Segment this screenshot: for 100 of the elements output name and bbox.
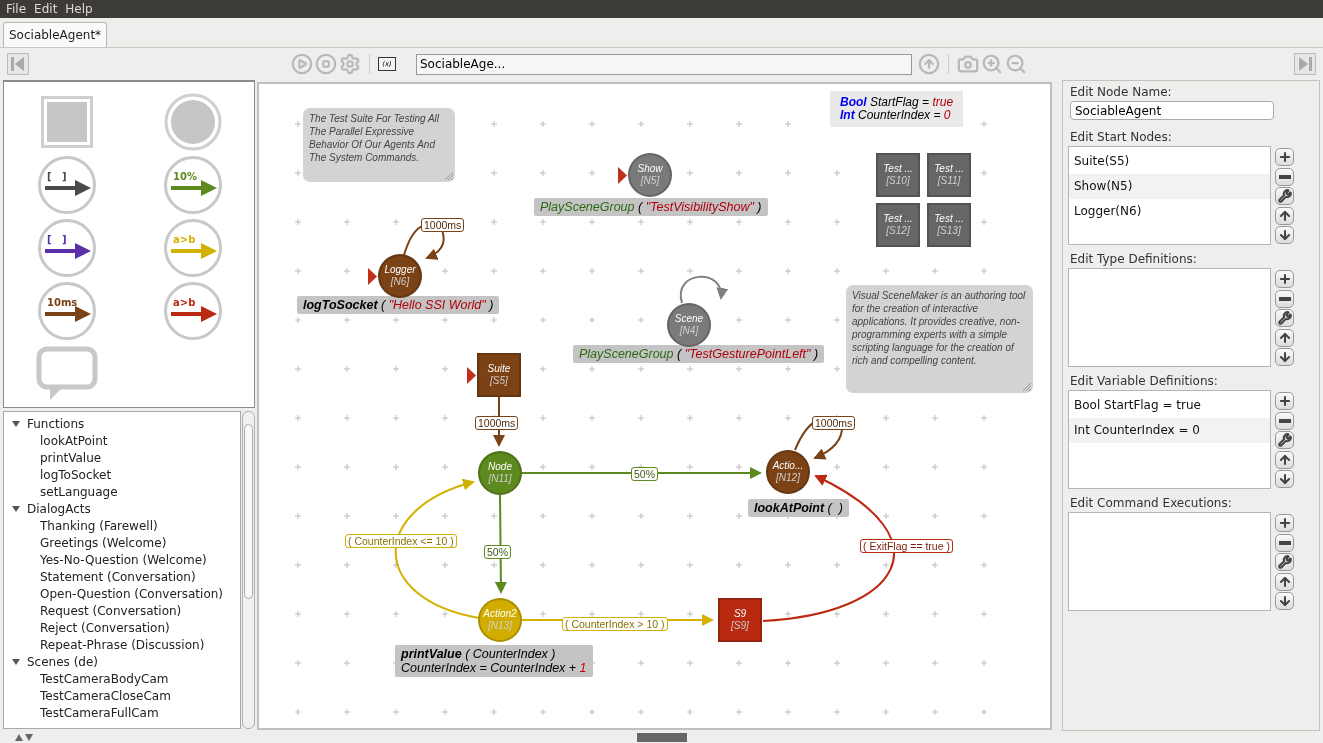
tree-item[interactable]: Repeat-Phrase (Discussion) [40, 637, 205, 652]
supernode[interactable]: Test ... [S10] [876, 153, 920, 197]
section-label: Edit Variable Definitions: [1069, 373, 1219, 389]
scene-path-field[interactable]: SociableAge... [416, 53, 912, 75]
arrow-up-icon [1277, 452, 1292, 467]
node-name: Suite [487, 363, 511, 375]
remove-button[interactable] [1275, 533, 1294, 552]
comment-text: The Test Suite For Testing All The Parallel Expressive Behavior Of Our Agents And The System Commands. [309, 112, 441, 164]
edit-button[interactable] [1275, 431, 1294, 449]
edit-button[interactable] [1275, 309, 1294, 327]
edge-label: ( ExitFlag == true ) [860, 539, 953, 553]
tree-item[interactable]: printValue [40, 450, 102, 465]
add-button[interactable] [1275, 514, 1294, 532]
node-name: S9 [733, 608, 747, 620]
node-name: Actio... [772, 460, 804, 472]
comment-text: Visual SceneMaker is an authoring tool for the creation of interactive applications. It provides creative, non-programming experts with a simple scripting language for the creation of rich and compelling content. [852, 289, 1027, 367]
node-id: [S13] [937, 225, 961, 237]
transition-tool[interactable]: 10ms [37, 280, 97, 341]
add-button[interactable] [1275, 148, 1294, 166]
state-node[interactable]: Node [N11] [478, 451, 522, 495]
move-down-button[interactable] [1275, 226, 1294, 244]
section-label: Edit Command Executions: [1069, 495, 1233, 511]
transition-tool[interactable]: a>b [163, 280, 223, 341]
menu-item[interactable]: File [2, 2, 31, 16]
edge-label: 1000ms [812, 416, 856, 430]
tree-item[interactable]: TestCameraFullCam [40, 705, 159, 720]
move-up-button[interactable] [1275, 206, 1294, 225]
node-id: [N11] [488, 473, 512, 485]
field-label: Edit Node Name: [1069, 84, 1173, 100]
node-id: [N4] [679, 325, 699, 337]
move-up-button[interactable] [1275, 328, 1294, 347]
command-label: PlaySceneGroup ( "TestGesturePointLeft" ) [573, 345, 825, 363]
add-button[interactable] [1275, 392, 1294, 410]
edge-label: 50% [484, 545, 511, 559]
tree-item[interactable]: Greetings (Welcome) [40, 535, 167, 550]
expand-triangle-icon[interactable] [12, 419, 20, 428]
move-up-button[interactable] [1275, 450, 1294, 469]
node-name: Logger [384, 264, 416, 276]
section-label: Edit Type Definitions: [1069, 251, 1198, 267]
supernode-tool[interactable] [41, 95, 93, 148]
arrow-down-icon [1277, 228, 1292, 242]
node-name-field[interactable]: SociableAgent [1070, 101, 1274, 120]
state-node[interactable]: Actio... [N12] [766, 450, 810, 494]
list-item[interactable]: Int CounterIndex = 0 [1069, 418, 1270, 443]
minus-icon [1278, 174, 1291, 179]
resize-grip-icon[interactable] [1022, 382, 1031, 391]
tree-item[interactable]: TestCameraCloseCam [40, 688, 171, 703]
edit-button[interactable] [1275, 187, 1294, 205]
tree-item[interactable]: Functions [27, 416, 85, 431]
move-up-button[interactable] [1275, 572, 1294, 591]
node-name: Test ... [883, 213, 913, 225]
node-tool[interactable] [164, 92, 222, 151]
tree-item[interactable]: logToSocket [40, 467, 112, 482]
supernode[interactable]: Test ... [S13] [927, 203, 971, 247]
menu-item[interactable]: Help [61, 2, 97, 16]
tree-item[interactable]: Open-Question (Conversation) [40, 586, 223, 601]
arrow-down-icon [1277, 472, 1292, 486]
node-id: [N13] [488, 620, 512, 632]
section-label: Edit Start Nodes: [1069, 129, 1173, 145]
node-name: Scene [674, 313, 704, 325]
tree-item[interactable]: Yes-No-Question (Welcome) [40, 552, 207, 567]
transition-tool[interactable]: [ ] [37, 217, 97, 278]
move-down-button[interactable] [1275, 470, 1294, 488]
resize-grip-icon[interactable] [444, 171, 453, 180]
splitter-handle[interactable] [636, 732, 687, 742]
menu-item[interactable]: Edit [30, 2, 62, 16]
move-down-button[interactable] [1275, 592, 1294, 610]
list-item[interactable]: Show(N5) [1069, 174, 1270, 199]
node-id: [N5] [640, 175, 660, 187]
tree-item[interactable]: setLanguage [40, 484, 118, 499]
tree-item[interactable]: Scenes (de) [27, 654, 98, 669]
supernode[interactable]: S9 [S9] [718, 598, 762, 642]
supernode[interactable]: Test ... [S11] [927, 153, 971, 197]
scrollbar[interactable] [242, 411, 255, 729]
transition-tool[interactable]: 10% [163, 154, 223, 215]
wrench-icon [1277, 555, 1292, 569]
minus-icon [1278, 540, 1291, 545]
expand-triangle-icon[interactable] [12, 504, 20, 513]
add-button[interactable] [1275, 270, 1294, 288]
tree-item[interactable]: Reject (Conversation) [40, 620, 170, 635]
tree-item[interactable]: Statement (Conversation) [40, 569, 196, 584]
up-down-arrows-icon[interactable] [15, 733, 33, 741]
tree-item[interactable]: Thanking (Farewell) [40, 518, 158, 533]
edge-label: ( CounterIndex > 10 ) [562, 617, 668, 631]
tree-item[interactable]: DialogActs [27, 501, 91, 516]
editor-tab[interactable]: SociableAgent* [3, 22, 108, 47]
remove-button[interactable] [1275, 167, 1294, 186]
edit-button[interactable] [1275, 553, 1294, 571]
remove-button[interactable] [1275, 411, 1294, 430]
tree-item[interactable]: lookAtPoint [40, 433, 108, 448]
transition-tool[interactable]: [ ] [37, 154, 97, 215]
state-node[interactable]: Scene [N4] [667, 303, 711, 347]
supernode[interactable]: Test ... [S12] [876, 203, 920, 247]
tree-item[interactable]: TestCameraBodyCam [40, 671, 169, 686]
node-name: Test ... [934, 163, 964, 175]
remove-button[interactable] [1275, 289, 1294, 308]
move-down-button[interactable] [1275, 348, 1294, 366]
variable-definition: Bool StartFlag = true [840, 96, 954, 109]
expand-triangle-icon[interactable] [12, 657, 20, 666]
tree-item[interactable]: Request (Conversation) [40, 603, 182, 618]
